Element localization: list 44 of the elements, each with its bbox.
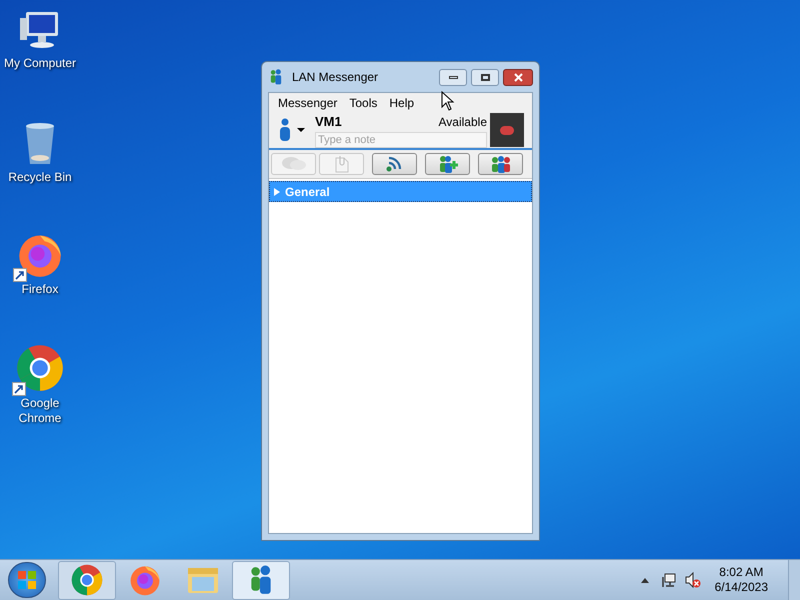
status-label[interactable]: Available <box>438 113 487 131</box>
taskbar-app-button[interactable] <box>232 560 290 600</box>
chrome-icon <box>16 344 64 392</box>
show-hidden-icons-arrow-icon[interactable] <box>640 578 649 582</box>
note-field[interactable]: Type a note <box>315 132 487 148</box>
network-icon[interactable] <box>660 572 677 588</box>
window-title: LAN Messenger <box>292 69 380 86</box>
shortcut-arrow-icon <box>12 382 26 396</box>
minimize-button[interactable] <box>439 68 467 86</box>
toolbar-button[interactable] <box>478 153 523 175</box>
desktop-icon-label[interactable]: My Computer <box>4 56 76 71</box>
clock-time[interactable]: 8:02 AM <box>719 565 764 580</box>
toolbar-button[interactable] <box>425 153 470 175</box>
windows-logo-icon <box>17 570 37 590</box>
group-name: General <box>285 184 330 200</box>
menu-item[interactable]: Help <box>384 94 420 112</box>
firefox-icon <box>129 564 161 596</box>
clock-date[interactable]: 6/14/2023 <box>714 580 768 595</box>
shortcut-arrow-icon <box>13 268 27 282</box>
minimize-icon <box>448 76 458 78</box>
start-button[interactable] <box>8 562 46 598</box>
close-button[interactable] <box>503 68 533 86</box>
close-icon <box>514 72 522 82</box>
chrome-icon <box>71 564 103 596</box>
user-name: VM1 <box>315 113 342 132</box>
folder-icon <box>186 565 220 595</box>
users-icon <box>490 155 512 173</box>
toolbar-button[interactable] <box>372 153 417 175</box>
menu-item[interactable]: Messenger <box>273 94 342 112</box>
desktop-icon-label[interactable]: Recycle Bin <box>8 170 72 185</box>
taskbar-app-button[interactable] <box>58 560 116 600</box>
status-dropdown-caret-icon[interactable] <box>297 128 305 132</box>
speech-bubbles-icon <box>280 156 306 172</box>
people-icon <box>268 69 284 85</box>
restore-button[interactable] <box>471 68 499 86</box>
desktop-icon-label[interactable]: Google Chrome <box>0 396 80 426</box>
expand-arrow-icon[interactable] <box>274 188 280 196</box>
desktop-icon-label[interactable]: Firefox <box>22 282 58 297</box>
muted-speaker-icon[interactable] <box>684 572 701 588</box>
person-icon <box>279 118 291 142</box>
restore-icon <box>480 74 490 80</box>
menu-item[interactable]: Tools <box>344 94 382 112</box>
avatar-picture <box>490 113 524 147</box>
paperclip-document-icon <box>334 155 350 173</box>
